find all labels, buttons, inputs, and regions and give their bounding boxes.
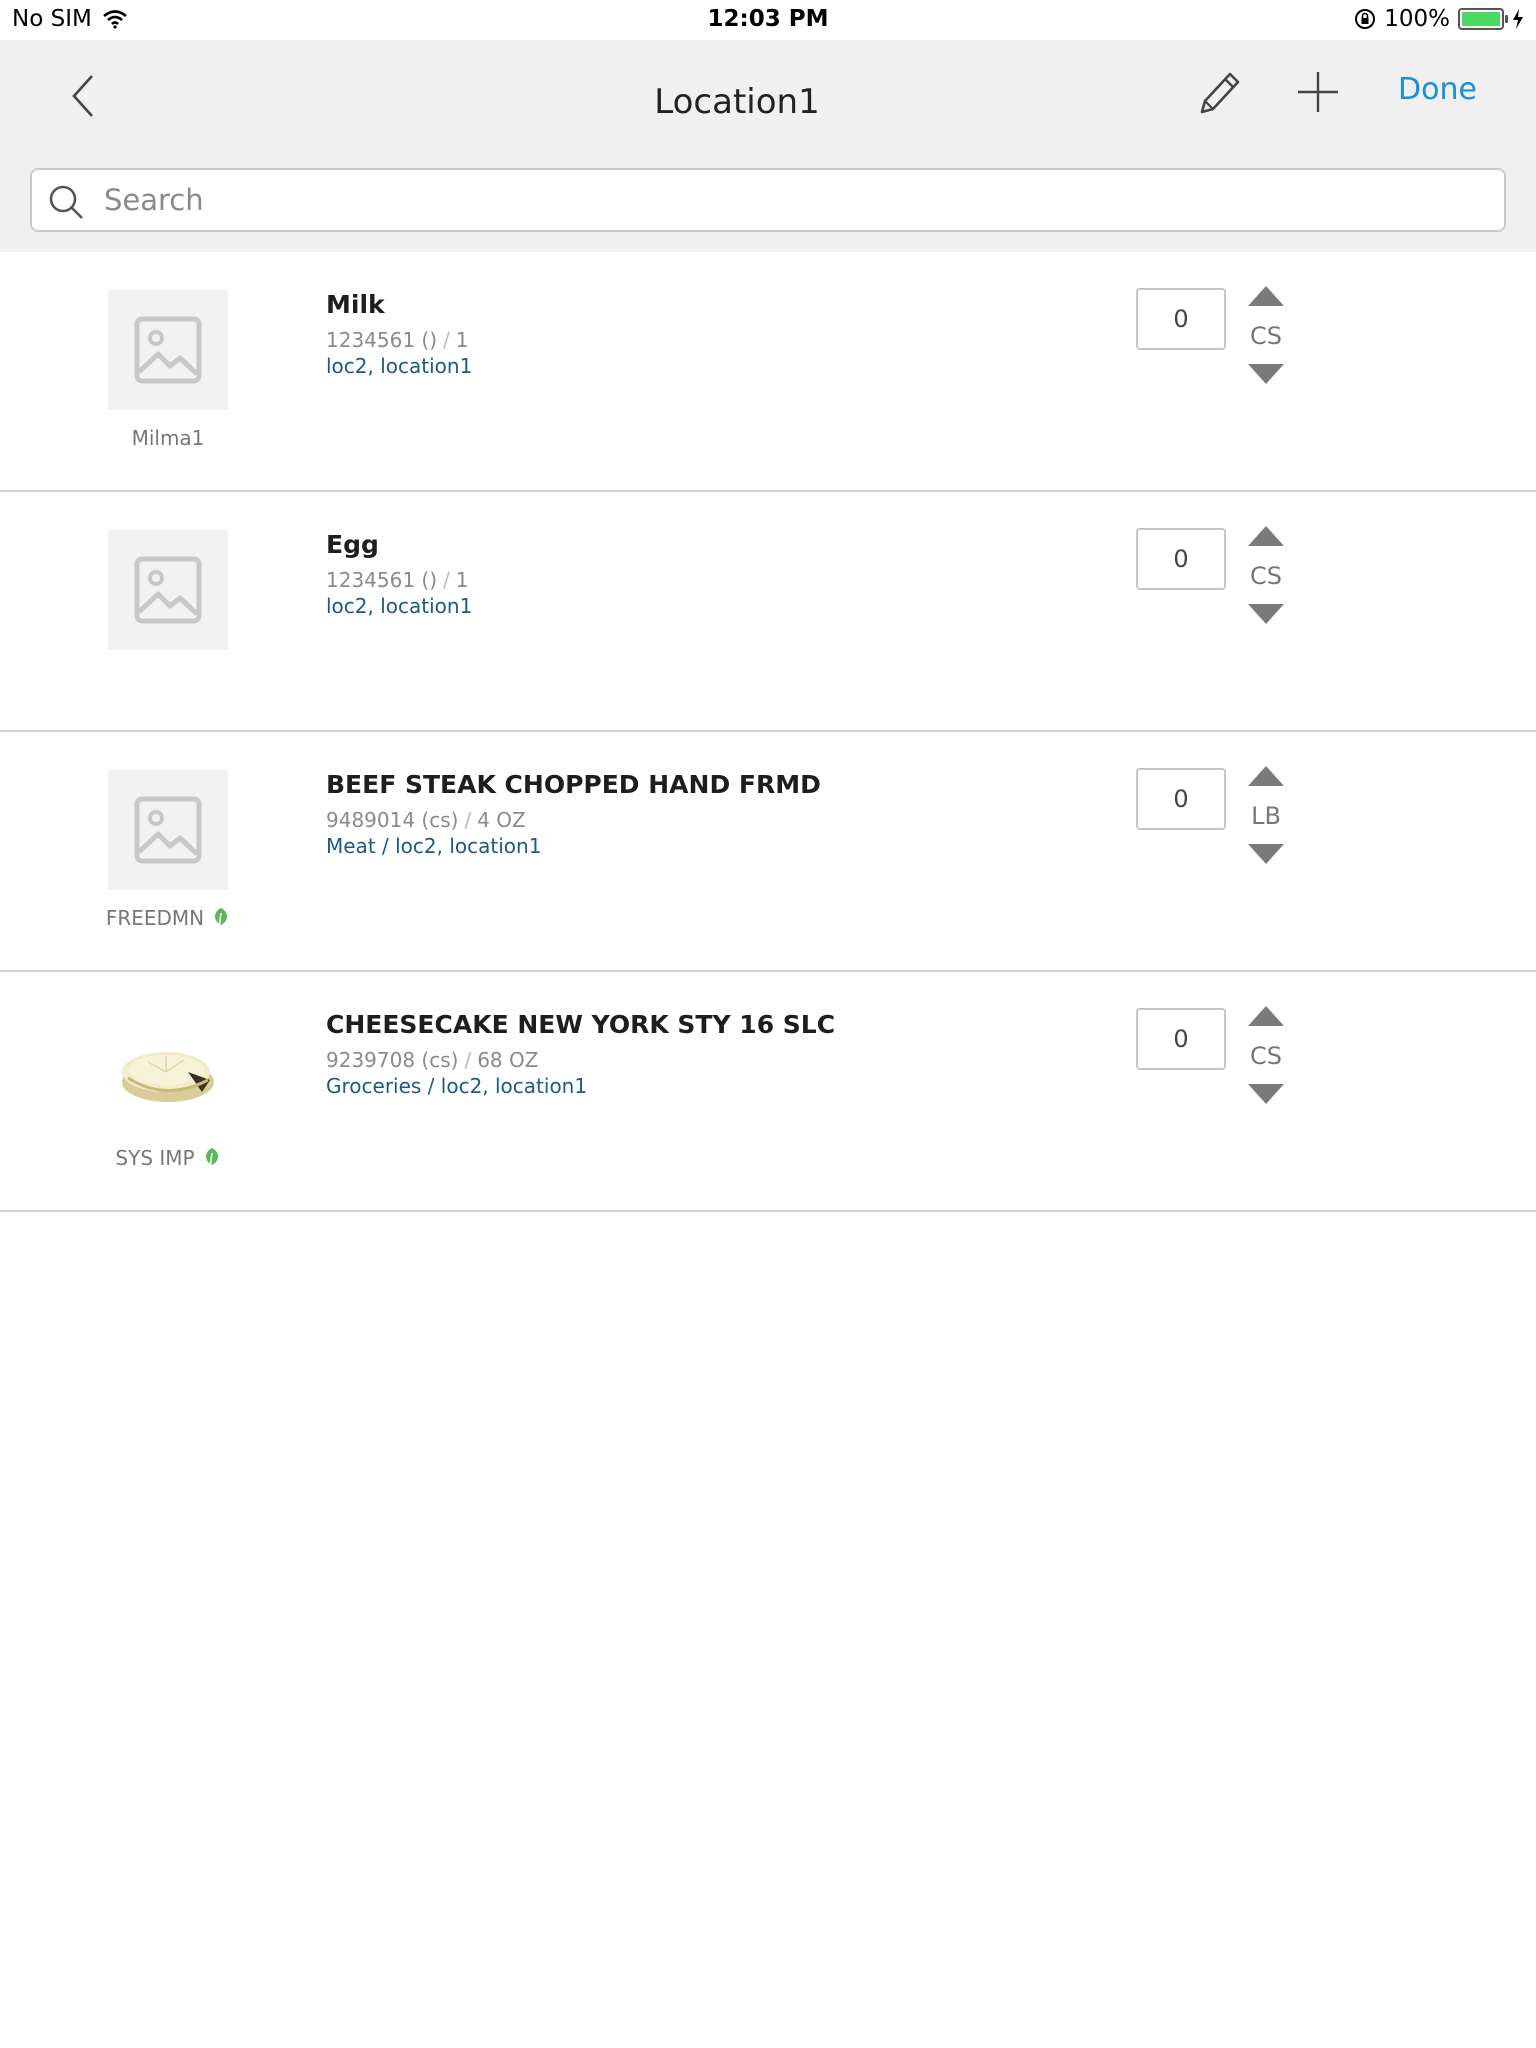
item-locations: Meat / loc2, location1 bbox=[326, 834, 542, 858]
unit-label: CS bbox=[1250, 562, 1282, 590]
item-code: 9239708 (cs) bbox=[326, 1048, 459, 1072]
unit-up-arrow-icon[interactable] bbox=[1248, 1006, 1284, 1026]
unit-up-arrow-icon[interactable] bbox=[1248, 766, 1284, 786]
quantity-input[interactable] bbox=[1136, 1008, 1226, 1070]
item-name: CHEESECAKE NEW YORK STY 16 SLC bbox=[326, 1010, 836, 1039]
done-button[interactable]: Done bbox=[1398, 72, 1477, 107]
quantity-input[interactable] bbox=[1136, 288, 1226, 350]
navigation-bar: Location1 Done bbox=[0, 40, 1536, 252]
unit-down-arrow-icon[interactable] bbox=[1248, 1084, 1284, 1104]
item-meta: 1234561 ()/1 bbox=[326, 568, 469, 592]
leaf-icon bbox=[205, 1148, 218, 1169]
quantity-input[interactable] bbox=[1136, 528, 1226, 590]
unit-up-arrow-icon[interactable] bbox=[1248, 526, 1284, 546]
item-name: BEEF STEAK CHOPPED HAND FRMD bbox=[326, 770, 821, 799]
item-list: Milma1 Milk 1234561 ()/1 loc2, location1… bbox=[0, 252, 1536, 1212]
unit-down-arrow-icon[interactable] bbox=[1248, 844, 1284, 864]
search-icon bbox=[49, 185, 83, 219]
item-code: 1234561 () bbox=[326, 568, 438, 592]
list-item[interactable]: SYS IMP CHEESECAKE NEW YORK STY 16 SLC 9… bbox=[0, 972, 1536, 1212]
vendor-name: Milma1 bbox=[131, 426, 205, 450]
image-placeholder-icon bbox=[134, 796, 202, 864]
item-meta: 9489014 (cs)/4 OZ bbox=[326, 808, 526, 832]
pencil-icon bbox=[1200, 72, 1240, 114]
item-locations: Groceries / loc2, location1 bbox=[326, 1074, 588, 1098]
unit-down-arrow-icon[interactable] bbox=[1248, 364, 1284, 384]
item-code: 1234561 () bbox=[326, 328, 438, 352]
item-pack: 1 bbox=[455, 328, 469, 352]
vendor-label: FREEDMN bbox=[68, 906, 268, 930]
item-pack: 4 OZ bbox=[477, 808, 526, 832]
product-image-placeholder bbox=[108, 530, 228, 650]
page-title: Location1 bbox=[654, 82, 820, 122]
item-locations: loc2, location1 bbox=[326, 594, 473, 618]
item-meta: 1234561 ()/1 bbox=[326, 328, 469, 352]
vendor-name: FREEDMN bbox=[105, 906, 205, 930]
search-bar[interactable] bbox=[30, 168, 1506, 232]
search-input[interactable] bbox=[104, 178, 1484, 222]
image-placeholder-icon bbox=[134, 316, 202, 384]
unit-down-arrow-icon[interactable] bbox=[1248, 604, 1284, 624]
product-image-placeholder bbox=[108, 770, 228, 890]
battery-icon bbox=[1458, 8, 1508, 30]
item-code: 9489014 (cs) bbox=[326, 808, 459, 832]
clock: 12:03 PM bbox=[707, 6, 829, 32]
quantity-input[interactable] bbox=[1136, 768, 1226, 830]
list-item[interactable]: Egg 1234561 ()/1 loc2, location1 CS bbox=[0, 492, 1536, 732]
vendor-name: SYS IMP bbox=[115, 1146, 195, 1170]
unit-up-arrow-icon[interactable] bbox=[1248, 286, 1284, 306]
item-meta: 9239708 (cs)/68 OZ bbox=[326, 1048, 539, 1072]
status-bar: No SIM 12:03 PM 100% bbox=[0, 0, 1536, 40]
product-image bbox=[108, 1010, 228, 1130]
product-image-placeholder bbox=[108, 290, 228, 410]
item-name: Milk bbox=[326, 290, 385, 319]
unit-label: LB bbox=[1251, 802, 1281, 830]
charging-icon bbox=[1513, 9, 1523, 29]
vendor-label: SYS IMP bbox=[68, 1146, 268, 1170]
orientation-lock-icon bbox=[1355, 9, 1376, 29]
leaf-icon bbox=[215, 908, 228, 929]
item-pack: 1 bbox=[455, 568, 469, 592]
item-pack: 68 OZ bbox=[477, 1048, 539, 1072]
battery-group: 100% bbox=[1354, 6, 1524, 32]
plus-icon bbox=[1298, 72, 1338, 112]
edit-button[interactable] bbox=[1194, 66, 1244, 118]
unit-label: CS bbox=[1250, 322, 1282, 350]
battery-percent: 100% bbox=[1384, 6, 1450, 32]
list-item[interactable]: FREEDMN BEEF STEAK CHOPPED HAND FRMD 948… bbox=[0, 732, 1536, 972]
item-name: Egg bbox=[326, 530, 379, 559]
cheesecake-image bbox=[122, 1052, 214, 1102]
image-placeholder-icon bbox=[134, 556, 202, 624]
list-item[interactable]: Milma1 Milk 1234561 ()/1 loc2, location1… bbox=[0, 252, 1536, 492]
item-locations: loc2, location1 bbox=[326, 354, 473, 378]
add-button[interactable] bbox=[1294, 68, 1342, 116]
unit-label: CS bbox=[1250, 1042, 1282, 1070]
vendor-label: Milma1 bbox=[68, 426, 268, 450]
